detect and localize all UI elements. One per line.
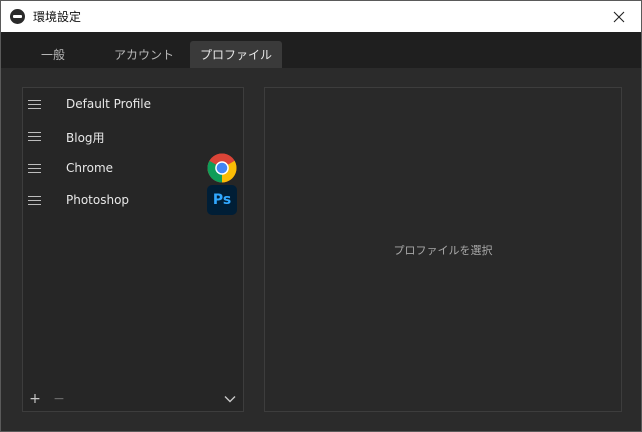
profile-item-blog[interactable]: Blog用 bbox=[23, 121, 243, 153]
close-icon bbox=[613, 11, 625, 22]
profile-detail-panel: プロファイルを選択 bbox=[264, 87, 622, 412]
select-profile-placeholder: プロファイルを選択 bbox=[393, 243, 493, 257]
window-title: 環境設定 bbox=[33, 10, 82, 24]
tab-account[interactable]: アカウント bbox=[97, 41, 191, 68]
profile-label: Chrome bbox=[66, 161, 114, 175]
tab-bar: 一般 アカウント プロファイル bbox=[1, 32, 641, 68]
drag-handle-icon[interactable] bbox=[28, 164, 41, 173]
list-footer: + − bbox=[23, 389, 243, 411]
content-area: Default Profile Blog用 Chrome Photoshop P… bbox=[1, 68, 641, 431]
profile-list: Default Profile Blog用 Chrome Photoshop P… bbox=[22, 87, 244, 412]
add-profile-button[interactable]: + bbox=[28, 391, 42, 407]
tab-general[interactable]: 一般 bbox=[3, 41, 103, 68]
photoshop-icon: Ps bbox=[207, 185, 237, 215]
drag-handle-icon[interactable] bbox=[28, 100, 41, 109]
profile-item-default[interactable]: Default Profile bbox=[23, 89, 243, 121]
drag-handle-icon[interactable] bbox=[28, 196, 41, 205]
chrome-icon bbox=[207, 153, 237, 183]
title-bar: 環境設定 bbox=[1, 1, 641, 32]
close-button[interactable] bbox=[597, 1, 641, 32]
profile-label: Photoshop bbox=[66, 193, 130, 207]
profile-label: Default Profile bbox=[66, 97, 151, 111]
preferences-window: 環境設定 一般 アカウント プロファイル Default Profile Blo… bbox=[0, 0, 642, 432]
chevron-down-icon[interactable] bbox=[223, 393, 237, 405]
drag-handle-icon[interactable] bbox=[28, 132, 41, 141]
profile-item-photoshop[interactable]: Photoshop Ps bbox=[23, 185, 243, 217]
remove-profile-button[interactable]: − bbox=[52, 391, 66, 407]
profile-label: Blog用 bbox=[66, 131, 105, 145]
profile-item-chrome[interactable]: Chrome bbox=[23, 153, 243, 185]
tab-profile[interactable]: プロファイル bbox=[190, 41, 282, 68]
app-logo-icon bbox=[10, 9, 25, 24]
